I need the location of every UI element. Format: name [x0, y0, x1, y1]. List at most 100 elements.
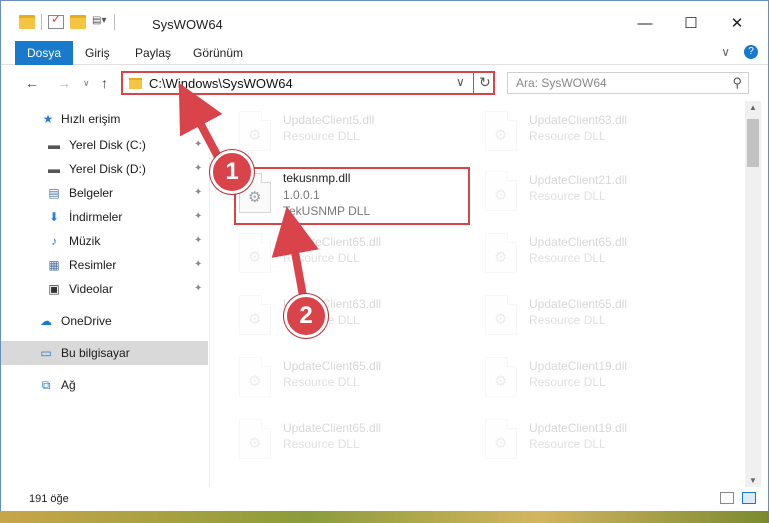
- file-item[interactable]: ⚙ UpdateClient65.dll Resource DLL: [211, 349, 451, 405]
- maximize-button[interactable]: ☐: [668, 9, 714, 39]
- sidebar-item-label: Bu bilgisayar: [61, 346, 130, 360]
- gear-icon: ⚙: [248, 435, 262, 452]
- step-badge-1: 1: [210, 150, 254, 194]
- file-item[interactable]: ⚙ UpdateClient65.dll Resource DLL: [211, 225, 451, 281]
- up-arrow-icon[interactable]: ↑: [101, 75, 108, 91]
- customize-toolbar-icon[interactable]: ▤▾: [92, 15, 108, 29]
- details-view-icon[interactable]: [720, 492, 734, 504]
- drive-icon: ▬: [48, 138, 60, 152]
- search-placeholder: Ara: SysWOW64: [516, 76, 607, 90]
- expand-ribbon-icon[interactable]: ∨: [721, 45, 730, 59]
- sidebar-item-local-disk-c[interactable]: ▬ Yerel Disk (C:) ✦: [1, 133, 208, 157]
- sidebar-item-label: Müzik: [69, 234, 101, 248]
- file-item[interactable]: ⚙ UpdateClient19.dll Resource DLL: [457, 411, 697, 467]
- sidebar-item-network[interactable]: ⧉ Ağ: [1, 373, 208, 397]
- sidebar-item-label: OneDrive: [61, 314, 112, 328]
- sidebar-item-quick-access[interactable]: ★ Hızlı erişim: [1, 107, 208, 131]
- pin-icon[interactable]: ✦: [194, 229, 202, 253]
- step-badge-2: 2: [284, 294, 328, 338]
- pin-icon[interactable]: ✦: [194, 181, 202, 205]
- dll-file-icon: ⚙: [485, 419, 517, 459]
- tab-giris[interactable]: Giriş: [73, 41, 122, 65]
- file-item[interactable]: ⚙ UpdateClient63.dll Resource DLL: [211, 287, 451, 343]
- recent-locations-chevron-icon[interactable]: ∨: [83, 78, 90, 89]
- ribbon-tabs: Dosya Giriş Paylaş Görünüm ∨ ?: [1, 41, 768, 65]
- file-name: UpdateClient63.dll: [529, 113, 628, 127]
- quick-access-toolbar: ▤▾: [19, 12, 115, 30]
- pin-icon[interactable]: ✦: [194, 157, 202, 181]
- file-name: UpdateClient5.dll: [283, 113, 375, 127]
- folder-icon: [19, 15, 35, 29]
- gear-icon: ⚙: [494, 249, 508, 266]
- sidebar-item-onedrive[interactable]: ☁ OneDrive: [1, 309, 208, 333]
- sidebar-item-label: Resimler: [69, 258, 117, 272]
- sidebar-item-local-disk-d[interactable]: ▬ Yerel Disk (D:) ✦: [1, 157, 208, 181]
- toolbar-separator: [114, 14, 115, 30]
- file-item[interactable]: ⚙ UpdateClient65.dll Resource DLL: [457, 225, 697, 281]
- dll-file-icon: ⚙: [485, 171, 517, 211]
- search-icon[interactable]: ⚲: [732, 75, 742, 91]
- pin-icon[interactable]: ✦: [194, 205, 202, 229]
- file-item[interactable]: ⚙ UpdateClient65.dll Resource DLL: [211, 411, 451, 467]
- file-type: Resource DLL: [283, 251, 360, 265]
- pin-icon[interactable]: ✦: [194, 133, 202, 157]
- help-icon[interactable]: ?: [744, 45, 758, 59]
- address-path[interactable]: C:\Windows\SysWOW64: [149, 76, 293, 91]
- dll-file-icon: ⚙: [485, 111, 517, 151]
- file-type: Resource DLL: [529, 375, 606, 389]
- forward-arrow-icon[interactable]: →: [57, 75, 71, 91]
- folder-icon: [129, 78, 142, 89]
- pin-icon[interactable]: ✦: [194, 253, 202, 277]
- gear-icon: ⚙: [248, 373, 262, 390]
- pin-icon[interactable]: ✦: [194, 277, 202, 301]
- file-name: UpdateClient65.dll: [283, 359, 382, 373]
- scroll-up-icon[interactable]: ▲: [745, 103, 761, 112]
- file-item[interactable]: ⚙ UpdateClient65.dll Resource DLL: [457, 287, 697, 343]
- dll-file-icon: ⚙: [485, 357, 517, 397]
- new-folder-icon[interactable]: [70, 15, 86, 29]
- minimize-button[interactable]: —: [622, 9, 668, 39]
- file-type: Resource DLL: [529, 251, 606, 265]
- tab-gorunum[interactable]: Görünüm: [181, 41, 255, 65]
- file-name: UpdateClient19.dll: [529, 421, 628, 435]
- sidebar-item-label: İndirmeler: [69, 210, 123, 224]
- pictures-icon: ▦: [48, 258, 60, 272]
- scroll-down-icon[interactable]: ▼: [745, 476, 761, 485]
- sidebar-item-music[interactable]: ♪ Müzik ✦: [1, 229, 208, 253]
- sidebar-item-pictures[interactable]: ▦ Resimler ✦: [1, 253, 208, 277]
- chevron-down-icon[interactable]: ∨: [456, 75, 465, 89]
- gear-icon: ⚙: [494, 311, 508, 328]
- tab-dosya[interactable]: Dosya: [15, 41, 74, 65]
- desktop-background: [0, 511, 769, 523]
- tab-paylas[interactable]: Paylaş: [123, 41, 183, 65]
- large-icons-view-icon[interactable]: [742, 492, 756, 504]
- file-name: UpdateClient65.dll: [283, 421, 382, 435]
- file-item[interactable]: ⚙ UpdateClient21.dll Resource DLL: [457, 163, 697, 219]
- file-type: Resource DLL: [283, 129, 360, 143]
- back-arrow-icon[interactable]: ←: [25, 75, 39, 91]
- close-button[interactable]: ✕: [714, 9, 760, 39]
- sidebar-item-documents[interactable]: ▤ Belgeler ✦: [1, 181, 208, 205]
- file-type: Resource DLL: [529, 437, 606, 451]
- sidebar-item-videos[interactable]: ▣ Videolar ✦: [1, 277, 208, 301]
- gear-icon: ⚙: [494, 435, 508, 452]
- address-bar[interactable]: C:\Windows\SysWOW64 ∨ ↻: [121, 71, 495, 95]
- file-item[interactable]: ⚙ UpdateClient19.dll Resource DLL: [457, 349, 697, 405]
- gear-icon: ⚙: [248, 127, 262, 144]
- sidebar-item-this-pc[interactable]: ▭ Bu bilgisayar: [1, 341, 208, 365]
- video-icon: ▣: [48, 282, 60, 296]
- file-item[interactable]: ⚙ UpdateClient63.dll Resource DLL: [457, 103, 697, 159]
- file-type: Resource DLL: [283, 375, 360, 389]
- scroll-thumb[interactable]: [747, 119, 759, 167]
- file-name: UpdateClient65.dll: [283, 235, 382, 249]
- sidebar-item-label: Yerel Disk (D:): [69, 162, 146, 176]
- properties-icon[interactable]: [48, 12, 64, 29]
- file-name: UpdateClient65.dll: [529, 297, 628, 311]
- file-name: UpdateClient19.dll: [529, 359, 628, 373]
- refresh-icon[interactable]: ↻: [479, 74, 491, 91]
- vertical-scrollbar[interactable]: ▲ ▼: [745, 101, 761, 487]
- search-input[interactable]: Ara: SysWOW64 ⚲: [507, 72, 749, 94]
- dll-file-icon: ⚙: [485, 233, 517, 273]
- file-item[interactable]: ⚙ UpdateClient5.dll Resource DLL: [211, 103, 451, 159]
- sidebar-item-downloads[interactable]: ⬇ İndirmeler ✦: [1, 205, 208, 229]
